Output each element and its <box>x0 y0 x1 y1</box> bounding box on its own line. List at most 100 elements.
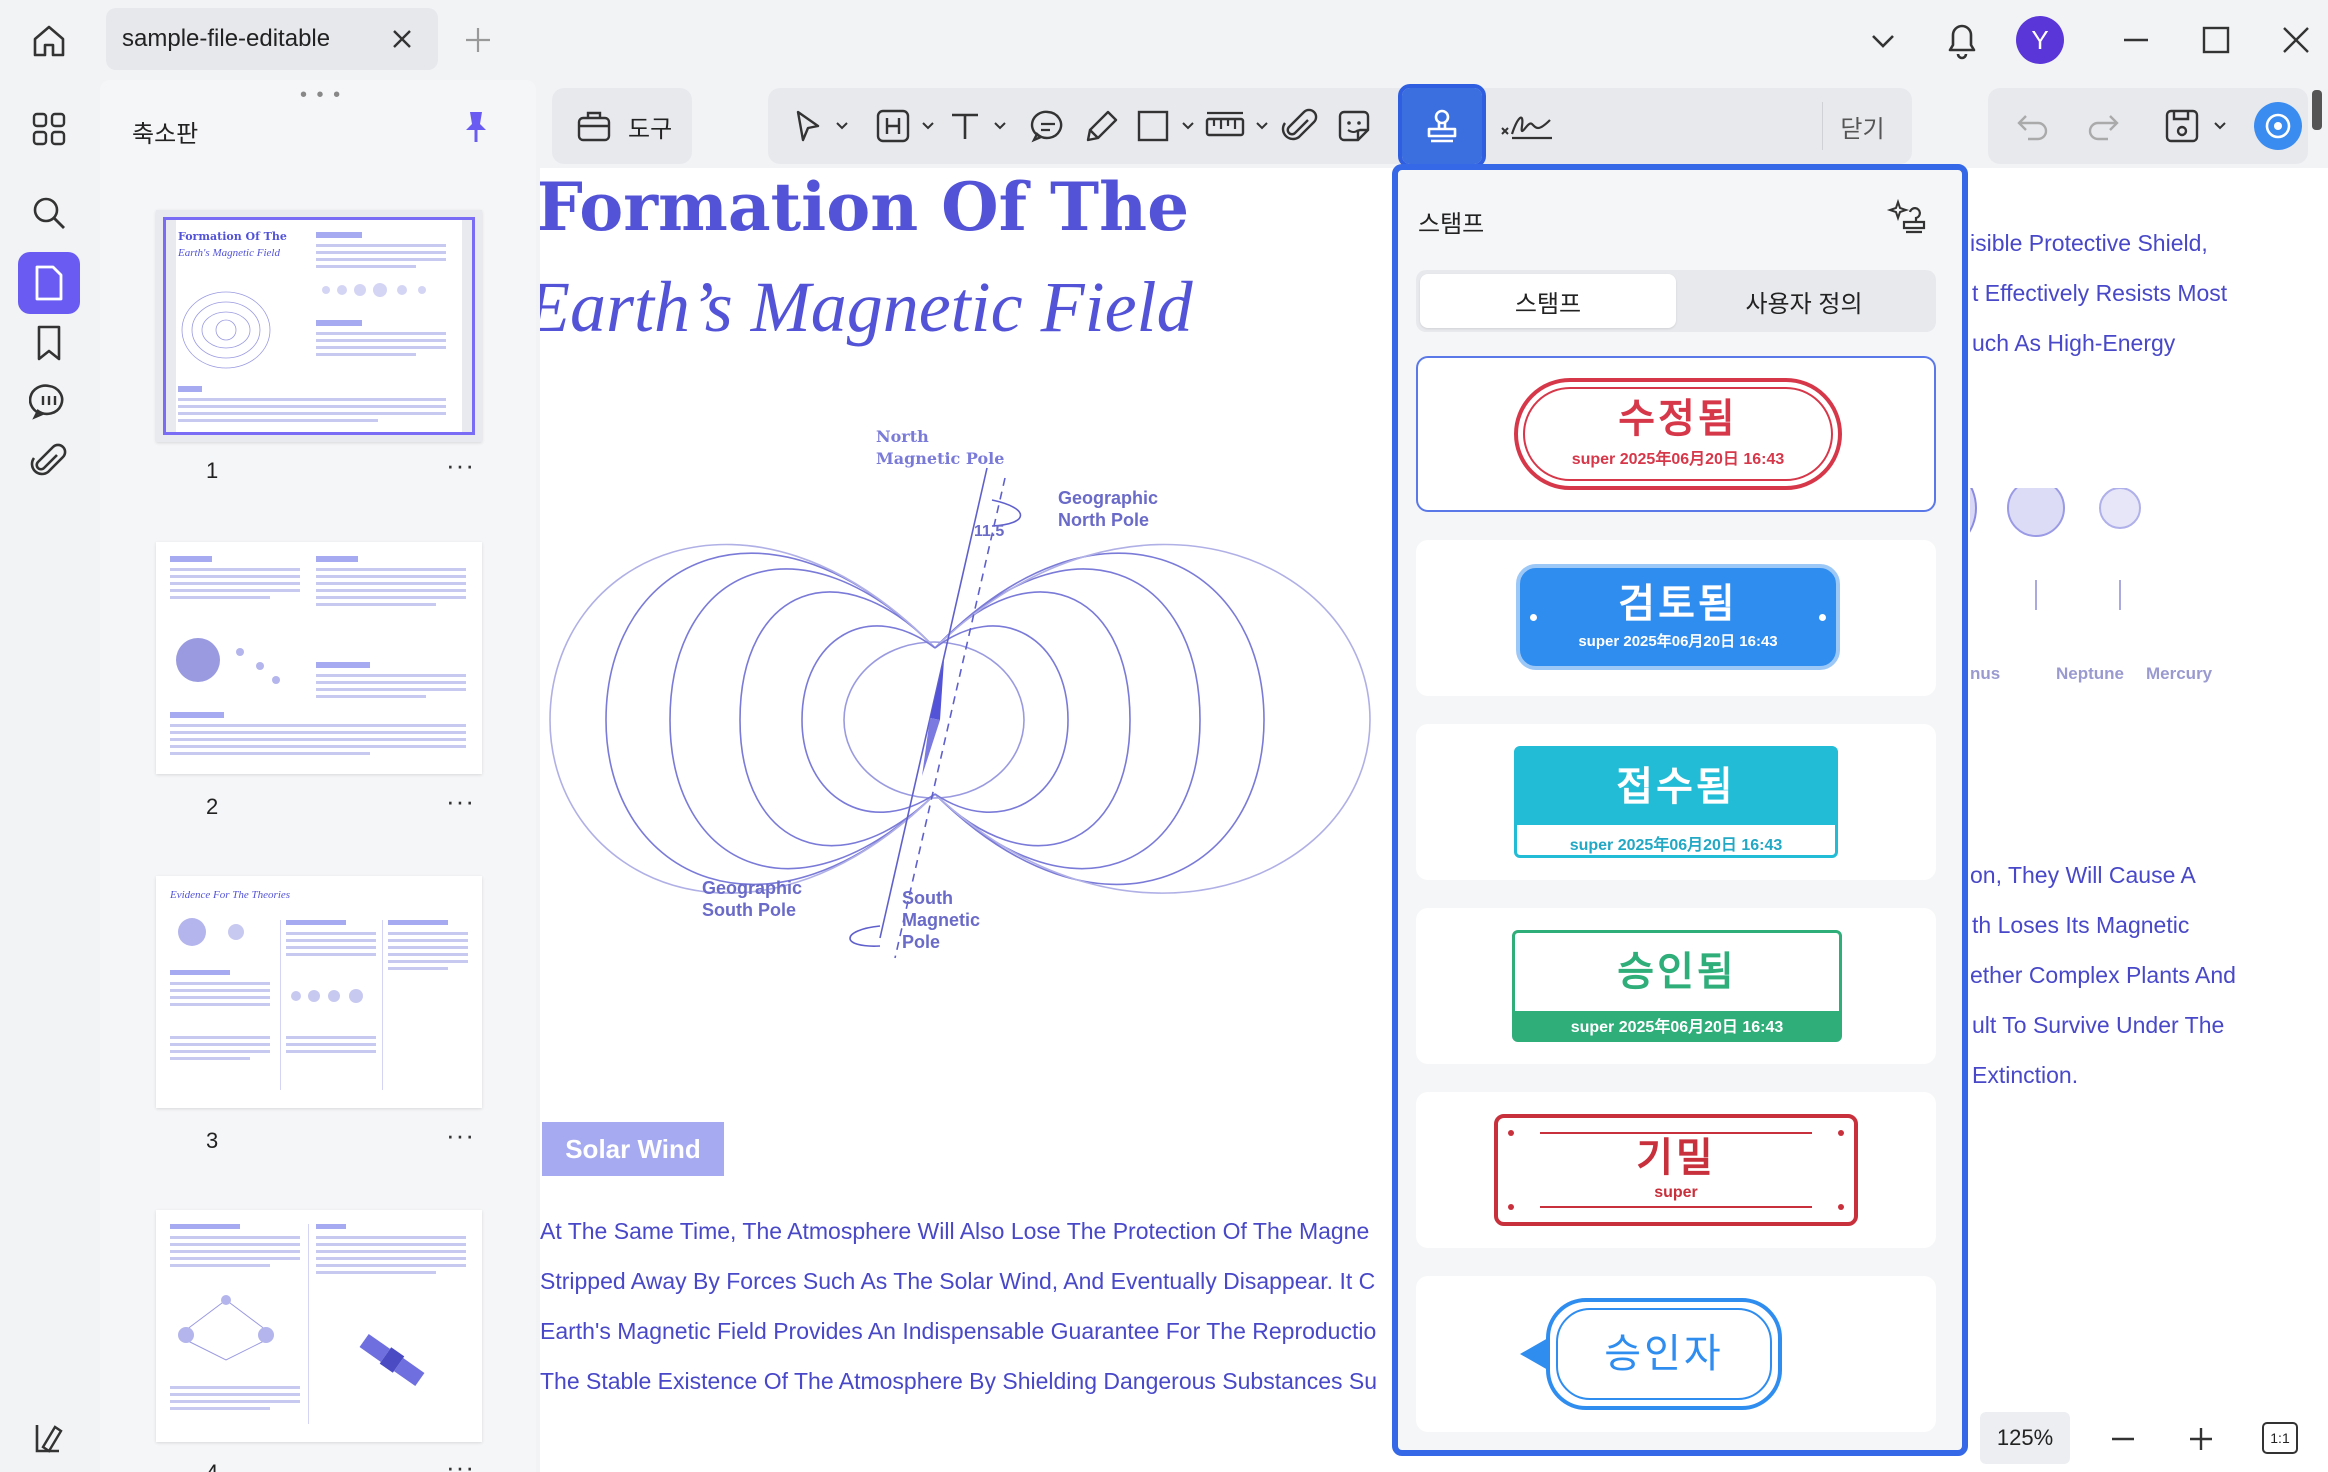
tab-stamps[interactable]: 스탬프 <box>1420 274 1676 328</box>
page-thumbnail-preview: Formation Of The Earth's Magnetic Field <box>176 220 462 432</box>
stamp-approved-text: 승인됨 <box>1617 950 1737 994</box>
stamp-card-approved[interactable]: 승인됨 super 2025年06月20日 16:43 <box>1416 908 1936 1064</box>
thumbnail-subtitle-text: Earth's Magnetic Field <box>177 247 280 259</box>
window-close-icon[interactable] <box>2278 22 2314 58</box>
magnetic-field-diagram: North Magnetic Pole Geographic North Pol… <box>549 427 1371 959</box>
text-tool[interactable] <box>946 100 1008 152</box>
undo-icon[interactable] <box>2014 108 2050 144</box>
stamp-card-confidential[interactable]: 기밀 super <box>1416 1092 1936 1248</box>
right-text-line: Extinction. <box>1972 1062 2079 1088</box>
stamp-reviewed: 검토됨 super 2025年06月20日 16:43 <box>1516 564 1840 670</box>
tab-custom-stamps[interactable]: 사용자 정의 <box>1676 274 1932 328</box>
right-text-line: isible Protective Shield, <box>1970 230 2208 256</box>
minimize-icon[interactable] <box>2118 22 2154 58</box>
heading-icon <box>876 109 910 143</box>
stamp-card-approver[interactable]: 승인자 <box>1416 1276 1936 1432</box>
stamp-approved-date: super 2025年06月20日 16:43 <box>1570 1019 1784 1036</box>
comment-tool[interactable] <box>1028 100 1068 152</box>
section-badge-solar-wind: Solar Wind <box>542 1122 724 1176</box>
chevron-down-icon[interactable] <box>2212 118 2228 134</box>
pen-tool[interactable] <box>1082 100 1122 152</box>
stamp-confidential-text: 기밀 <box>1636 1136 1716 1180</box>
apps-icon[interactable] <box>18 98 80 160</box>
tools-button[interactable]: 도구 <box>552 88 692 164</box>
page-1-more-menu[interactable]: ··· <box>446 450 475 481</box>
drag-handle[interactable]: • • • <box>300 84 342 107</box>
document-title-line2: Earth’s Magnetic Field <box>540 267 1193 347</box>
document-tab[interactable]: sample-file-editable <box>106 8 438 70</box>
chevron-down-icon[interactable] <box>992 118 1008 134</box>
text-icon <box>952 113 978 139</box>
page-number-4: 4 <box>206 1460 218 1472</box>
page-4-more-menu[interactable]: ··· <box>446 1452 475 1472</box>
select-tool[interactable] <box>790 100 850 152</box>
planet-label: Mercury <box>2146 664 2213 683</box>
stamp-card-received[interactable]: 접수됨 super 2025年06月20日 16:43 <box>1416 724 1936 880</box>
thumbnail-title-text: Evidence For The Theories <box>169 889 290 901</box>
zoom-level[interactable]: 125% <box>1980 1412 2070 1464</box>
sticker-icon <box>1338 110 1370 142</box>
vertical-scrollbar[interactable] <box>2312 90 2322 130</box>
attachment-icon[interactable] <box>18 430 80 492</box>
comment-icon[interactable] <box>18 370 80 432</box>
highlight-tool[interactable] <box>874 100 936 152</box>
close-toolbar-button[interactable]: 닫기 <box>1822 102 1902 150</box>
zoom-in-icon[interactable] <box>2186 1424 2216 1454</box>
page-3-more-menu[interactable]: ··· <box>446 1120 475 1151</box>
right-text-line: ether Complex Plants And <box>1970 962 2236 988</box>
bookmark-icon[interactable] <box>18 312 80 374</box>
close-icon[interactable] <box>388 25 416 53</box>
stamp-filter-icon[interactable] <box>1886 194 1930 238</box>
chevron-down-icon[interactable] <box>1866 24 1900 58</box>
zoom-bar: 125% 1:1 <box>1980 1404 2310 1472</box>
pen-icon <box>1086 110 1118 142</box>
chevron-down-icon[interactable] <box>920 118 936 134</box>
stamp-card-reviewed[interactable]: 검토됨 super 2025年06月20日 16:43 <box>1416 540 1936 696</box>
chevron-down-icon[interactable] <box>834 118 850 134</box>
search-icon[interactable] <box>18 182 80 244</box>
stamp-approved: 승인됨 super 2025年06月20日 16:43 <box>1512 930 1842 1042</box>
shape-tool[interactable] <box>1134 100 1196 152</box>
pin-icon[interactable] <box>456 106 496 146</box>
page-thumbnail-1[interactable]: Formation Of The Earth's Magnetic Field <box>156 210 482 442</box>
ai-assistant-button[interactable] <box>2254 102 2302 150</box>
zoom-out-icon[interactable] <box>2108 1424 2138 1454</box>
ai-assistant-icon <box>2265 113 2291 139</box>
stamp-confidential: 기밀 super <box>1494 1114 1858 1226</box>
chevron-down-icon[interactable] <box>1254 118 1270 134</box>
sticker-tool[interactable] <box>1334 100 1374 152</box>
left-rail <box>0 80 96 1472</box>
page-thumbnail-2[interactable] <box>156 542 482 774</box>
save-icon[interactable] <box>2162 106 2202 146</box>
stamp-card-revised[interactable]: 수정됨 super 2025年06月20日 16:43 <box>1416 356 1936 512</box>
stamp-tool[interactable] <box>1398 84 1486 168</box>
right-text-line: t Effectively Resists Most <box>1972 280 2228 306</box>
thumbnails-icon[interactable] <box>18 252 80 314</box>
stamp-received-date: super 2025年06月20日 16:43 <box>1569 837 1783 854</box>
page-thumbnail-preview <box>170 1224 466 1424</box>
measure-tool[interactable] <box>1204 100 1270 152</box>
right-text-line: on, They Will Cause A <box>1970 862 2196 888</box>
body-text-line: Stripped Away By Forces Such As The Sola… <box>540 1268 1376 1294</box>
chevron-down-icon[interactable] <box>1180 118 1196 134</box>
diagram-label-south-magnetic-3: Pole <box>902 932 940 952</box>
home-icon[interactable] <box>26 18 72 64</box>
diagram-label-north-magnetic-2: Magnetic Pole <box>876 449 1004 468</box>
page-2-more-menu[interactable]: ··· <box>446 786 475 817</box>
avatar[interactable]: Y <box>2016 16 2064 64</box>
maximize-icon[interactable] <box>2198 22 2234 58</box>
redo-icon[interactable] <box>2086 108 2122 144</box>
page-thumbnail-3[interactable]: Evidence For The Theories <box>156 876 482 1108</box>
add-tab-icon[interactable] <box>460 22 496 58</box>
page-number-3: 3 <box>206 1128 219 1153</box>
page-thumbnail-4[interactable] <box>156 1210 482 1442</box>
attach-tool[interactable] <box>1280 100 1320 152</box>
page-number-2: 2 <box>206 794 219 819</box>
body-text-line: Earth's Magnetic Field Provides An Indis… <box>540 1318 1377 1344</box>
sidebar-toggle-icon[interactable] <box>18 1406 80 1468</box>
tools-button-label: 도구 <box>628 115 673 143</box>
signature-tool[interactable] <box>1498 100 1554 152</box>
body-text-line: The Stable Existence Of The Atmosphere B… <box>540 1368 1378 1394</box>
fit-actual-size-button[interactable]: 1:1 <box>2262 1422 2298 1454</box>
bell-icon[interactable] <box>1942 18 1982 62</box>
